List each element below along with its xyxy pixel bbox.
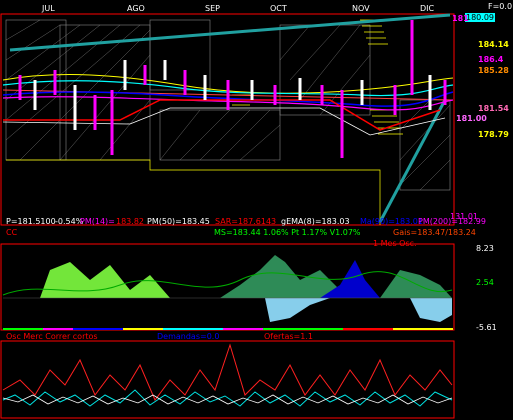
stat-item: Gais=183.47/183.24 (393, 228, 476, 237)
price-scale-label: 181.54 (478, 104, 509, 113)
current-price-tag: 180.09 (465, 13, 495, 22)
price-scale-label: 184.14 (478, 40, 509, 49)
bottom-right-value: 131.01 (450, 212, 478, 221)
oscillator-title: 1 Mes Osc. (373, 239, 417, 248)
stat-item: Ma(90)=183.01 (360, 217, 423, 226)
stat-item: PM(50)=183.45 (147, 217, 210, 226)
stat-item: 183.82 (116, 217, 144, 226)
oscillator-scale-label: -5.61 (476, 323, 497, 332)
stat-item: P=181.5100 (6, 217, 56, 226)
oscillator-scale-label: 2.54 (476, 278, 494, 287)
trading-chart-window: JUL AGO SEP OCT NOV DIC F=0.0 180.09 181… (0, 0, 513, 420)
stat-item: MS=183.44 1.06% Pt 1.17% V1.07% (214, 228, 361, 237)
price-chart[interactable] (0, 0, 513, 420)
price-scale-label: 185.28 (478, 66, 509, 75)
price-scale-label: 178.79 (478, 130, 509, 139)
oscillator-scale-label: 8.23 (476, 244, 494, 253)
bottom-panel-title: Osc Merc Correr cortos (6, 332, 98, 341)
stat-item: PM(14)= (80, 217, 115, 226)
supply-readout: Ofertas=1.1 (264, 332, 313, 341)
demand-readout: Demandas=0.0 (157, 332, 220, 341)
stat-item: CC (6, 228, 18, 237)
price-scale-label: 186.4 (478, 55, 504, 64)
stat-item: gEMA(8)=183.03 (281, 217, 350, 226)
stat-item: SAR=187.6143 (215, 217, 277, 226)
price-scale-label: 181.00 (456, 114, 487, 123)
price-scale-top-value: 181 (452, 14, 469, 23)
